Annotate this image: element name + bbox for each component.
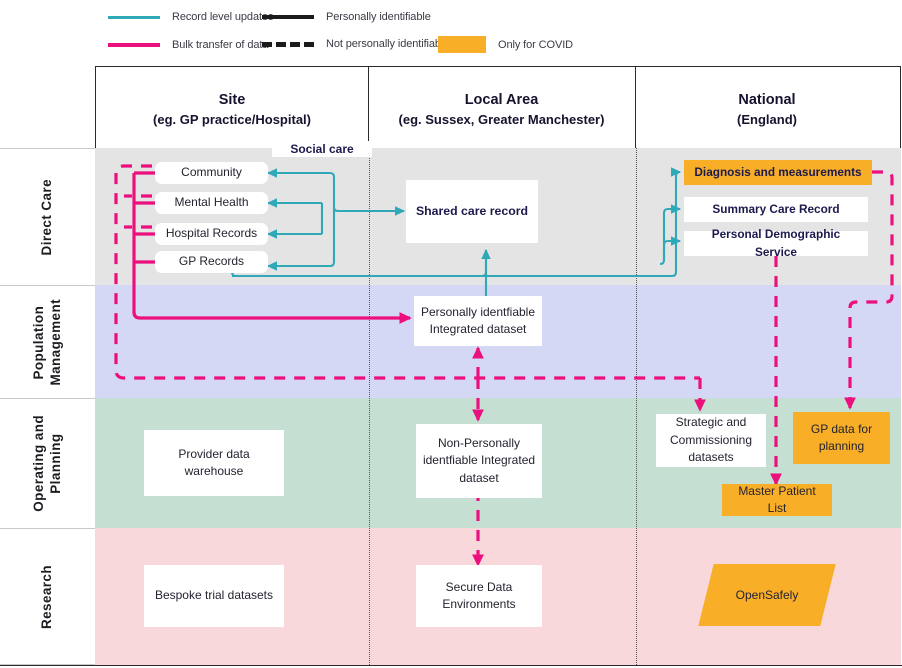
- node-strategic-and-commissioning-datasets[interactable]: Strategic and Commissioning datasets: [656, 414, 766, 467]
- legend-swatch-black-line: [262, 15, 314, 19]
- node-opensafely[interactable]: OpenSafely: [698, 564, 836, 626]
- column-header-site-subtitle: (eg. GP practice/Hospital): [153, 112, 311, 128]
- node-secure-data-environments[interactable]: Secure Data Environments: [416, 565, 542, 627]
- node-gp-data-for-planning-line2: planning: [818, 439, 865, 453]
- column-header-frame: Site (eg. GP practice/Hospital) Local Ar…: [95, 66, 901, 155]
- node-hospital-records-label: Hospital Records: [165, 226, 258, 241]
- node-bespoke-trial-datasets-label: Bespoke trial datasets: [154, 588, 274, 603]
- legend-item-only-for-covid: Only for COVID: [438, 36, 573, 53]
- legend-label-only-for-covid: Only for COVID: [498, 38, 574, 51]
- column-header-local-area-title: Local Area: [464, 92, 539, 109]
- node-community[interactable]: Community: [155, 162, 268, 184]
- column-header-national-subtitle: (England): [737, 112, 797, 128]
- column-separator-local-national: [636, 148, 637, 665]
- node-diagnosis-and-measurements-label: Diagnosis and measurements: [694, 164, 862, 179]
- node-opensafely-label: OpenSafely: [735, 588, 799, 602]
- node-bespoke-trial-datasets[interactable]: Bespoke trial datasets: [144, 565, 284, 627]
- node-mental-health[interactable]: Mental Health: [155, 192, 268, 214]
- node-gp-records-label: GP Records: [178, 254, 245, 269]
- column-separator-site-local: [369, 148, 370, 665]
- legend-item-personally-identifiable: Personally identifiable: [262, 11, 431, 23]
- row-label-research: Research: [0, 528, 95, 665]
- row-label-operating-and-planning: Operating and Planning: [0, 398, 95, 528]
- legend-swatch-orange-box: [438, 36, 486, 53]
- node-npi-integrated-dataset-line2: identfiable Integrated: [422, 453, 536, 468]
- column-header-national: National (England): [635, 67, 899, 153]
- legend-item-not-personally-identifiable: Not personally identifiable: [262, 38, 449, 50]
- row-label-direct-care-text: Direct Care: [39, 178, 55, 256]
- social-care-label: Social care: [272, 141, 372, 157]
- grid-bottom-rule: [0, 665, 902, 666]
- node-hospital-records[interactable]: Hospital Records: [155, 223, 268, 245]
- node-pi-integrated-dataset-line1: Personally identfiable: [420, 304, 536, 319]
- column-header-national-title: National: [738, 92, 796, 109]
- column-header-local-area: Local Area (eg. Sussex, Greater Manchest…: [368, 67, 635, 153]
- row-label-population-management: Population Management: [0, 285, 95, 398]
- legend-label-not-personally-identifiable: Not personally identifiable: [326, 38, 450, 50]
- node-gp-data-for-planning[interactable]: GP data for planning: [793, 412, 890, 464]
- legend-label-personally-identifiable: Personally identifiable: [326, 11, 431, 23]
- node-pi-integrated-dataset-line2: Integrated dataset: [429, 322, 527, 336]
- row-label-operating-and-planning-text: Operating and Planning: [30, 415, 63, 512]
- column-header-local-area-subtitle: (eg. Sussex, Greater Manchester): [398, 112, 605, 128]
- legend-swatch-pink-line: [108, 43, 160, 47]
- node-secure-data-environments-line1: Secure Data: [445, 579, 513, 594]
- legend-label-record-level-updates: Record level updates: [172, 11, 274, 23]
- node-diagnosis-and-measurements[interactable]: Diagnosis and measurements: [684, 160, 872, 185]
- node-master-patient-list-label: Master Patient List: [738, 483, 816, 515]
- node-npi-integrated-dataset-line3: dataset: [459, 470, 499, 485]
- node-strategic-commissioning-line1: Strategic and: [675, 415, 747, 430]
- node-mental-health-label: Mental Health: [174, 195, 249, 210]
- legend: Record level updates Bulk transfer of da…: [0, 0, 902, 62]
- legend-item-record-level-updates: Record level updates: [108, 11, 273, 23]
- node-provider-data-warehouse-line2: warehouse: [184, 464, 244, 478]
- node-personal-demographic-service-label: Personal Demographic Service: [711, 227, 841, 259]
- node-secure-data-environments-line2: Environments: [442, 597, 516, 611]
- node-strategic-commissioning-line3: datasets: [688, 450, 734, 465]
- row-label-research-text: Research: [39, 564, 55, 629]
- node-gp-data-for-planning-line1: GP data for: [810, 421, 873, 436]
- legend-swatch-black-dashed-line: [262, 41, 314, 47]
- node-personal-demographic-service[interactable]: Personal Demographic Service: [684, 227, 868, 259]
- node-summary-care-record-label: Summary Care Record: [712, 201, 840, 216]
- node-provider-data-warehouse-line1: Provider data: [178, 446, 250, 461]
- social-care-label-text: Social care: [290, 142, 354, 156]
- node-community-label: Community: [181, 165, 242, 180]
- legend-item-bulk-transfer: Bulk transfer of data: [108, 39, 268, 51]
- node-master-patient-list[interactable]: Master Patient List: [722, 484, 832, 516]
- legend-label-bulk-transfer: Bulk transfer of data: [172, 39, 269, 51]
- node-provider-data-warehouse[interactable]: Provider data warehouse: [144, 430, 284, 496]
- node-shared-care-record[interactable]: Shared care record: [406, 180, 538, 243]
- node-gp-records[interactable]: GP Records: [155, 251, 268, 273]
- node-strategic-commissioning-line2: Commissioning: [669, 432, 753, 447]
- column-header-site-title: Site: [218, 92, 246, 109]
- node-summary-care-record[interactable]: Summary Care Record: [684, 197, 868, 222]
- node-shared-care-record-label: Shared care record: [415, 203, 529, 218]
- node-npi-integrated-dataset-line1: Non-Personally: [437, 435, 521, 450]
- row-label-population-management-text: Population Management: [30, 298, 63, 386]
- row-label-direct-care: Direct Care: [0, 148, 95, 285]
- legend-swatch-teal-line: [108, 15, 160, 19]
- node-non-personally-identifiable-integrated-dataset[interactable]: Non-Personally identfiable Integrated da…: [416, 424, 542, 498]
- node-personally-identifiable-integrated-dataset[interactable]: Personally identfiable Integrated datase…: [414, 296, 542, 346]
